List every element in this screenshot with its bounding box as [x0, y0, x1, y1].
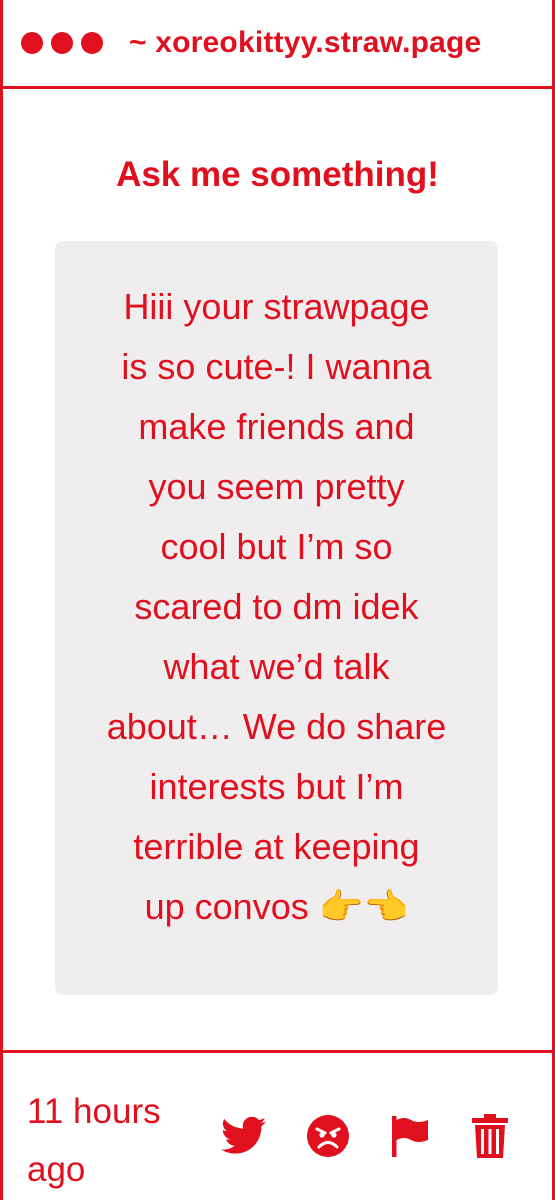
post-timestamp: 11 hours ago	[27, 1092, 161, 1189]
action-bar	[219, 1111, 519, 1161]
main-content: Ask me something! Hiii your strawpage is…	[3, 89, 552, 1049]
question-line: what we’d talk	[163, 646, 390, 687]
twitter-bird-icon	[221, 1117, 267, 1154]
post-footer: 11 hours ago	[3, 1050, 552, 1203]
window-dot-1[interactable]	[21, 32, 43, 54]
question-line: cool but I’m so	[160, 526, 393, 567]
angry-face-icon	[307, 1115, 349, 1157]
question-line: scared to dm idek	[134, 586, 419, 627]
question-line: about… We do share	[106, 706, 447, 747]
window-dot-3[interactable]	[81, 32, 103, 54]
question-line: make friends and	[138, 406, 415, 447]
title-bar: ~ xoreokittyy.straw.page	[3, 0, 552, 89]
window-dot-2[interactable]	[51, 32, 73, 54]
question-line: interests but I’m	[149, 766, 404, 807]
flag-icon	[392, 1116, 428, 1157]
question-line: terrible at keeping	[133, 826, 420, 867]
question-line: up convos 👉👈	[144, 886, 409, 927]
browser-window: ~ xoreokittyy.straw.page Ask me somethin…	[0, 0, 555, 1200]
trash-icon	[472, 1114, 508, 1158]
page-url: ~ xoreokittyy.straw.page	[129, 26, 482, 59]
question-line: is so cute-! I wanna	[121, 346, 432, 387]
block-button[interactable]	[303, 1111, 353, 1161]
window-controls	[21, 32, 103, 54]
question-card: Hiii your strawpage is so cute-! I wanna…	[55, 241, 498, 995]
share-twitter-button[interactable]	[219, 1111, 269, 1161]
question-line: you seem pretty	[148, 466, 405, 507]
page-heading: Ask me something!	[116, 155, 439, 194]
delete-button[interactable]	[465, 1111, 515, 1161]
question-line: Hiii your strawpage	[123, 286, 430, 327]
question-text: Hiii your strawpage is so cute-! I wanna…	[77, 277, 476, 937]
report-button[interactable]	[385, 1111, 435, 1161]
